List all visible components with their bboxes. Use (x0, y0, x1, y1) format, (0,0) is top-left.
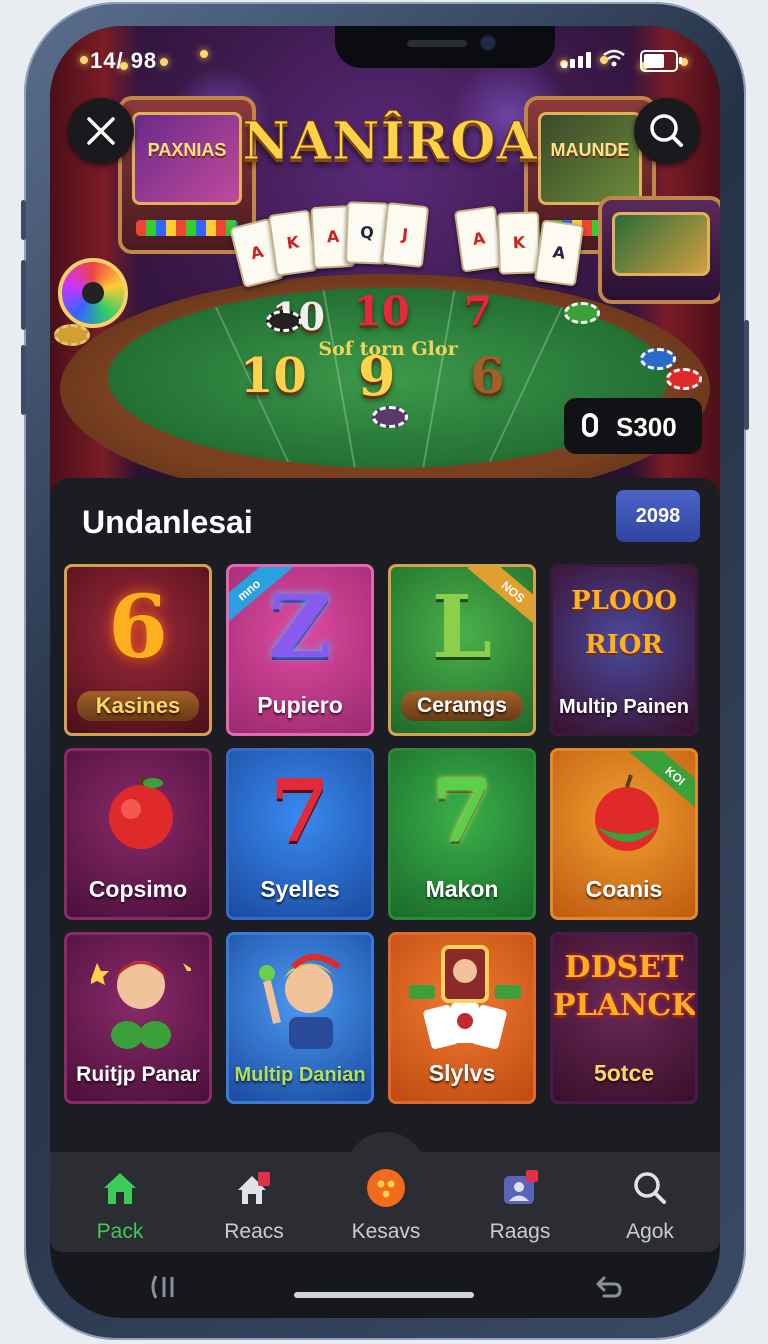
recents-icon[interactable] (146, 1272, 180, 1302)
profile-badge-icon (504, 1170, 538, 1204)
wifi-icon (603, 49, 625, 67)
game-tile-label: Copsimo (88, 876, 188, 902)
volume-down-button (21, 345, 26, 415)
status-time: 14/ 98 (90, 48, 158, 73)
slot-machine-far-right (598, 196, 720, 304)
playing-card: J (380, 201, 430, 269)
back-icon[interactable] (590, 1272, 624, 1302)
hero-banner[interactable]: PAXNIAS MAUNDE NANÎROA Sof torn Glor A K… (50, 26, 720, 496)
table-number: 9 (358, 344, 396, 408)
home-indicator[interactable] (294, 1292, 474, 1298)
character-icon: PLOOO RIOR (571, 586, 677, 660)
table-number: 6 (470, 346, 505, 405)
game-tile-syelles[interactable]: 7 Syelles (226, 748, 374, 920)
search-icon (634, 1172, 666, 1204)
nav-label: Pack (96, 1220, 144, 1243)
game-tile-coanis[interactable]: KOI Coanis (550, 748, 698, 920)
nav-label: Raags (489, 1220, 551, 1243)
game-tile-label: Multip Danian (234, 1064, 366, 1086)
table-number: 10 (354, 288, 410, 335)
poker-chip (372, 406, 408, 428)
game-tile-label: Syelles (260, 876, 340, 902)
nav-item-kesavs[interactable]: Kesavs (326, 1162, 446, 1246)
nav-item-pack[interactable]: Pack (60, 1162, 180, 1246)
battery-icon (640, 50, 682, 72)
fortune-wheel (58, 258, 128, 328)
nav-item-reacs[interactable]: Reacs (194, 1162, 314, 1246)
z-icon: Z (268, 577, 332, 678)
nav-item-raags[interactable]: Raags (460, 1162, 580, 1246)
poker-chip (564, 302, 600, 324)
balance-pill[interactable]: S300 (564, 398, 702, 454)
close-button[interactable] (68, 98, 134, 164)
bottom-nav: Pack Reacs Kesavs Raags Agok (50, 1152, 720, 1252)
nav-label: Reacs (224, 1220, 284, 1243)
screen: PAXNIAS MAUNDE NANÎROA Sof torn Glor A K… (50, 26, 720, 1318)
game-tile-label: 5otce (593, 1060, 655, 1086)
game-tile-pupiero[interactable]: mno Z Pupiero (226, 564, 374, 736)
playing-card: A (533, 219, 585, 287)
title-art-icon: DDSET PLANCK (553, 950, 698, 1023)
game-tile-copsimo[interactable]: Copsimo (64, 748, 212, 920)
section-badge-button[interactable]: 2098 (616, 490, 700, 542)
game-tile-label: Multip Painen (559, 696, 689, 718)
table-number: 10 (240, 348, 307, 404)
status-bar: 14/ 98 (50, 44, 720, 74)
character-girl-icon (91, 961, 191, 1049)
home-icon (104, 1173, 136, 1204)
seven-icon: 7 (432, 761, 492, 862)
game-tile-label: Slylvs (428, 1060, 496, 1086)
game-tile-label: Pupiero (257, 692, 343, 718)
game-tile-label: Kasines (77, 691, 199, 721)
slot-machine-left-text: PAXNIAS (147, 140, 227, 160)
l-icon: L (431, 577, 493, 678)
character-boy-icon (259, 954, 341, 1049)
balance-value: S300 (616, 412, 677, 442)
section-title: Undanlesai (82, 504, 253, 540)
game-tile-label: Coanis (585, 876, 663, 902)
table-number: 7 (464, 288, 492, 335)
game-tile-multip-painen[interactable]: PLOOO RIOR Multip Painen (550, 564, 698, 736)
playing-card: K (496, 211, 542, 275)
close-icon (87, 117, 115, 145)
apple-icon (109, 774, 173, 849)
nav-item-agok[interactable]: Agok (590, 1162, 710, 1246)
poker-chip (54, 324, 90, 346)
game-tile-multip-danian[interactable]: Multip Danian (226, 932, 374, 1104)
poker-chip (666, 368, 702, 390)
house-badge-icon (238, 1172, 270, 1204)
volume-up-button (21, 260, 26, 330)
game-tile-label: Ceramgs (401, 691, 523, 721)
game-tile-kasines[interactable]: 6 Kasines (64, 564, 212, 736)
signal-icon (562, 52, 594, 68)
search-icon (650, 114, 683, 147)
mute-switch (21, 200, 26, 240)
poker-chip (640, 348, 676, 370)
game-tile-5otce[interactable]: DDSET PLANCK 5otce (550, 932, 698, 1104)
game-tile-slylvs[interactable]: Slylvs (388, 932, 536, 1104)
nav-label: Agok (626, 1220, 674, 1243)
game-tile-ruitjp-panar[interactable]: Ruitjp Panar (64, 932, 212, 1104)
games-panel: Undanlesai 2098 6 Kasines mno Z Pupiero … (50, 478, 720, 1178)
orange-ball-icon (367, 1169, 405, 1207)
poker-chip (266, 310, 302, 332)
coin-icon (582, 413, 598, 437)
playing-cards-icon (409, 945, 521, 1049)
nav-label: Kesavs (351, 1220, 421, 1243)
game-logo: NANÎROA (242, 111, 538, 173)
six-icon: 6 (108, 577, 168, 678)
power-button (744, 320, 749, 430)
search-button[interactable] (634, 98, 700, 164)
game-tile-label: Ruitjp Panar (76, 1063, 200, 1086)
apple-icon (595, 774, 659, 851)
game-tile-label: Makon (425, 876, 499, 902)
game-tile-makon[interactable]: 7 Makon (388, 748, 536, 920)
game-tile-ceramgs[interactable]: NOS L Ceramgs (388, 564, 536, 736)
seven-icon: 7 (270, 761, 330, 862)
